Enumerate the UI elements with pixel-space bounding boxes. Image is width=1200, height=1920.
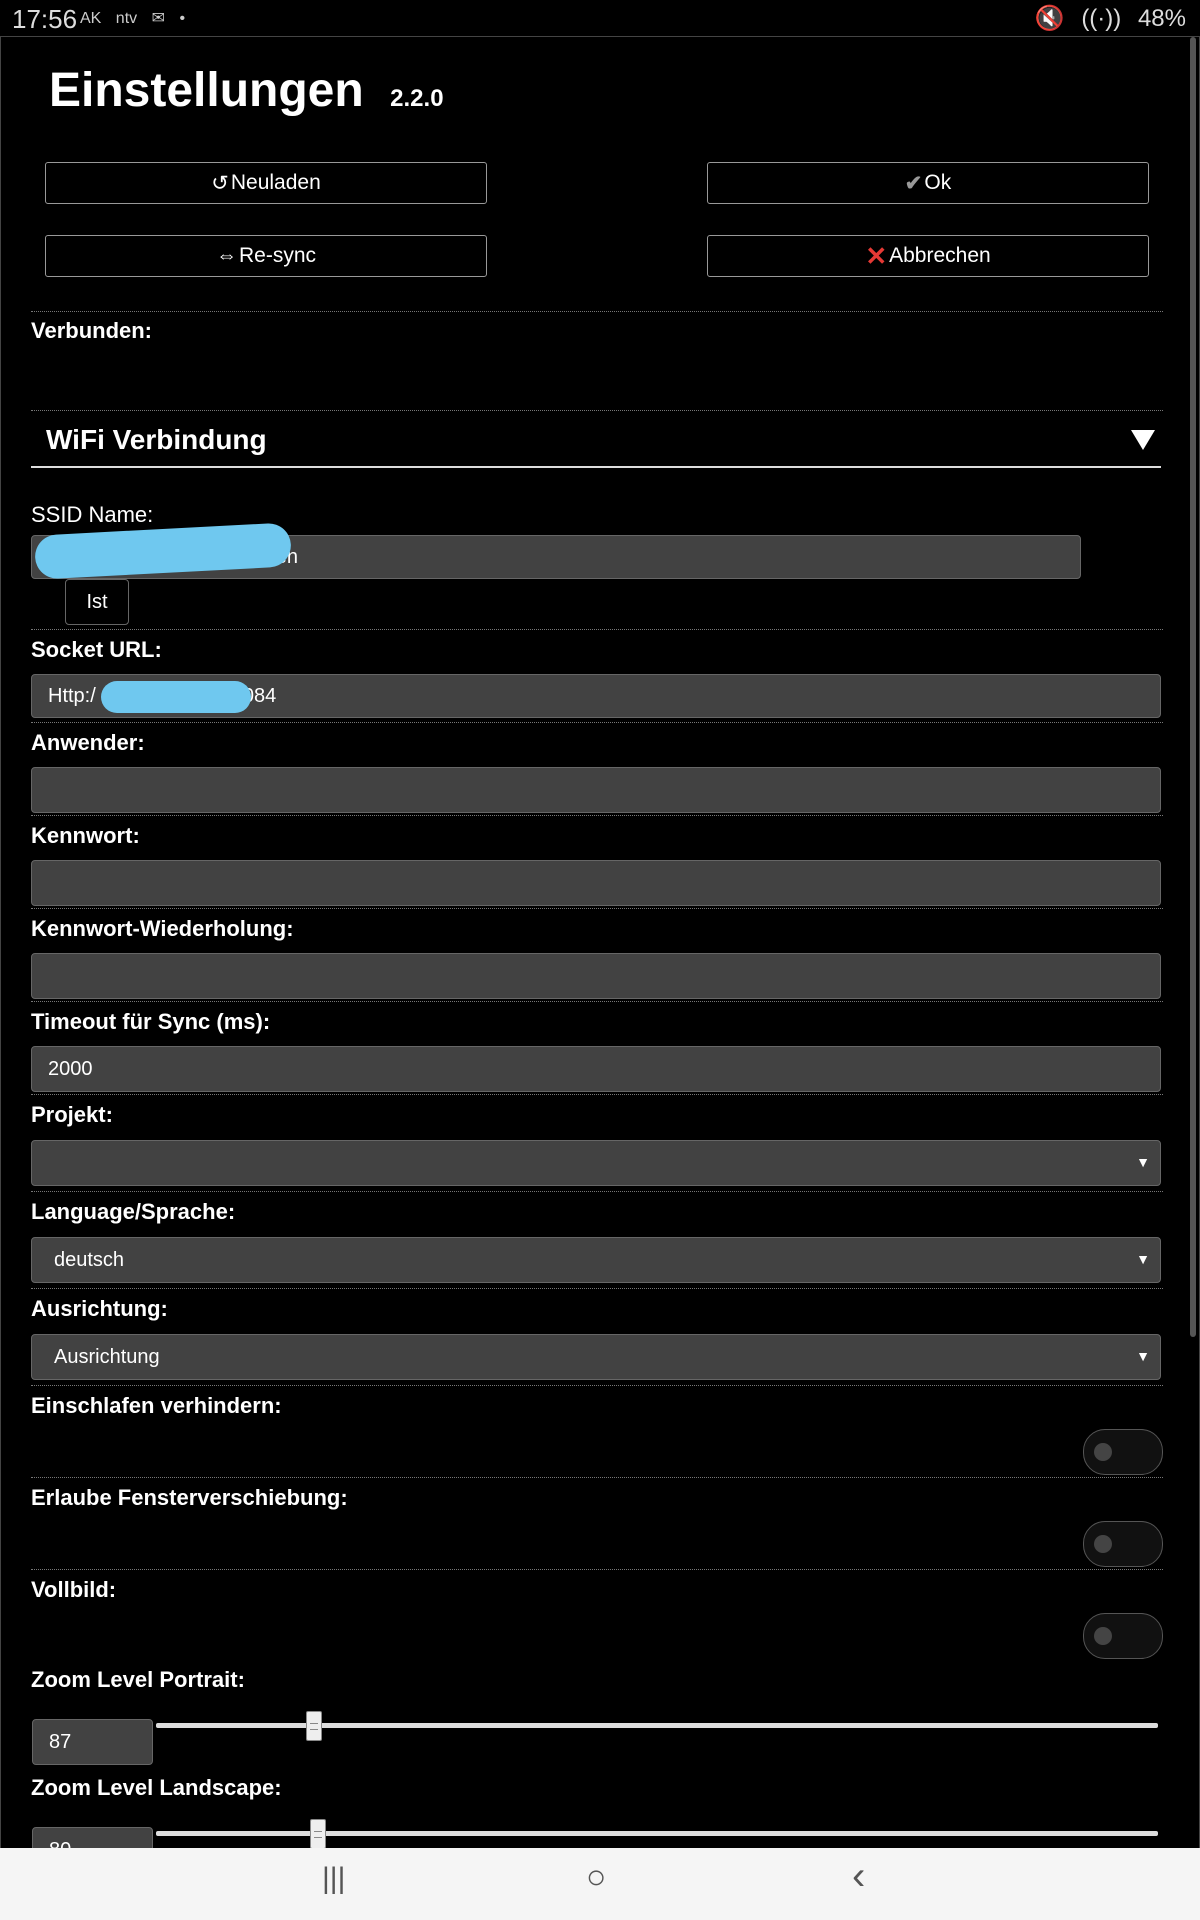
toggle-knob <box>1094 1535 1112 1553</box>
allow-window-move-label: Erlaube Fensterverschiebung: <box>31 1485 348 1510</box>
socket-url-label: Socket URL: <box>31 637 162 662</box>
page-title: Einstellungen <box>49 64 364 117</box>
zoom-landscape-label: Zoom Level Landscape: <box>31 1775 282 1800</box>
reload-icon: ↺ <box>211 171 229 195</box>
divider <box>31 1385 1163 1386</box>
back-icon[interactable]: ‹ <box>852 1854 865 1899</box>
password-repeat-input[interactable] <box>31 953 1161 999</box>
socket-url-prefix: Http:/ <box>48 684 96 707</box>
password-input[interactable] <box>31 860 1161 906</box>
allow-window-move-toggle[interactable] <box>1083 1521 1163 1567</box>
ok-button[interactable]: ✔ Ok <box>707 162 1149 204</box>
toggle-knob <box>1094 1443 1112 1461</box>
ssid-label: SSID Name: <box>31 502 154 527</box>
status-bar: 17:56 AK ntv ✉ • 🔇 ((·)) 48% <box>0 0 1200 36</box>
wifi-section-title: WiFi Verbindung <box>46 424 267 455</box>
zoom-portrait-slider-handle[interactable] <box>306 1711 323 1741</box>
divider <box>31 1477 1163 1478</box>
zoom-landscape-slider-track[interactable] <box>156 1831 1158 1836</box>
zoom-portrait-value: 87 <box>49 1730 72 1753</box>
status-right: 🔇 ((·)) 48% <box>1025 4 1186 33</box>
recent-apps-icon[interactable]: ||| <box>322 1862 345 1896</box>
divider <box>31 1094 1163 1095</box>
home-icon[interactable]: ○ <box>586 1858 607 1897</box>
fullscreen-label: Vollbild: <box>31 1577 117 1602</box>
close-icon: ✕ <box>865 240 888 271</box>
version-label: 2.2.0 <box>390 85 444 112</box>
mute-icon: 🔇 <box>1034 5 1065 32</box>
ok-label: Ok <box>924 171 952 194</box>
battery-text: 48% <box>1137 5 1186 32</box>
resync-button[interactable]: ⇔ Re-sync <box>45 235 487 277</box>
notification-icon-1: AK <box>80 10 102 27</box>
divider <box>31 722 1163 723</box>
zoom-portrait-label: Zoom Level Portrait: <box>31 1667 245 1692</box>
orientation-label: Ausrichtung: <box>31 1296 168 1321</box>
settings-panel: Einstellungen 2.2.0 ↺ Neuladen ✔ Ok ⇔ Re… <box>0 36 1200 1849</box>
navigation-bar: ||| ○ ‹ <box>0 1848 1200 1920</box>
title-row: Einstellungen 2.2.0 <box>49 63 444 118</box>
orientation-value: Ausrichtung <box>54 1345 160 1368</box>
divider <box>31 1288 1163 1289</box>
user-label: Anwender: <box>31 730 145 755</box>
ist-label: Ist <box>86 590 108 613</box>
password-repeat-label: Kennwort-Wiederholung: <box>31 916 294 941</box>
wifi-section-header[interactable]: WiFi Verbindung <box>31 410 1161 468</box>
dropdown-arrow-icon: ▼ <box>1136 1154 1150 1170</box>
ist-button[interactable]: Ist <box>65 579 129 625</box>
zoom-landscape-slider-handle[interactable] <box>310 1819 327 1849</box>
timeout-value: 2000 <box>48 1057 93 1080</box>
collapse-triangle-icon[interactable] <box>1131 430 1155 450</box>
timeout-label: Timeout für Sync (ms): <box>31 1009 271 1034</box>
prevent-sleep-label: Einschlafen verhindern: <box>31 1393 282 1418</box>
timeout-input[interactable]: 2000 <box>31 1046 1161 1092</box>
notification-icons: AK ntv ✉ • <box>80 8 195 28</box>
divider <box>31 1001 1163 1002</box>
prevent-sleep-toggle[interactable] <box>1083 1429 1163 1475</box>
divider <box>31 908 1163 909</box>
connected-label: Verbunden: <box>31 318 153 343</box>
resync-label: Re-sync <box>238 244 317 267</box>
divider <box>31 1569 1163 1570</box>
fullscreen-toggle[interactable] <box>1083 1613 1163 1659</box>
cancel-label: Abbrechen <box>889 244 991 267</box>
wifi-icon: ((·)) <box>1081 5 1122 32</box>
dot-icon: • <box>179 10 186 27</box>
checkmark-icon: ✔ <box>904 171 923 195</box>
orientation-select[interactable]: Ausrichtung ▼ <box>31 1334 1161 1380</box>
language-value: deutsch <box>54 1248 125 1271</box>
divider <box>31 311 1163 312</box>
toggle-knob <box>1094 1627 1112 1645</box>
project-select[interactable]: ▼ <box>31 1140 1161 1186</box>
user-input[interactable] <box>31 767 1161 813</box>
password-label: Kennwort: <box>31 823 140 848</box>
scrollbar[interactable] <box>1190 37 1196 1337</box>
dropdown-arrow-icon: ▼ <box>1136 1348 1150 1364</box>
dropdown-arrow-icon: ▼ <box>1136 1251 1150 1267</box>
divider <box>31 815 1163 816</box>
reload-label: Neuladen <box>230 171 321 194</box>
status-time: 17:56 <box>12 4 78 34</box>
redaction-mask <box>101 681 251 713</box>
project-label: Projekt: <box>31 1102 113 1127</box>
divider <box>31 629 1163 630</box>
language-select[interactable]: deutsch ▼ <box>31 1237 1161 1283</box>
zoom-portrait-input[interactable]: 87 <box>32 1719 153 1765</box>
notification-icon-2: ntv <box>115 10 138 27</box>
reload-button[interactable]: ↺ Neuladen <box>45 162 487 204</box>
sync-arrows-icon: ⇔ <box>215 244 237 267</box>
mail-icon: ✉ <box>151 10 165 27</box>
divider <box>31 1191 1163 1192</box>
language-label: Language/Sprache: <box>31 1199 236 1224</box>
zoom-landscape-input[interactable]: 80 <box>32 1827 153 1849</box>
cancel-button[interactable]: ✕ Abbrechen <box>707 235 1149 277</box>
